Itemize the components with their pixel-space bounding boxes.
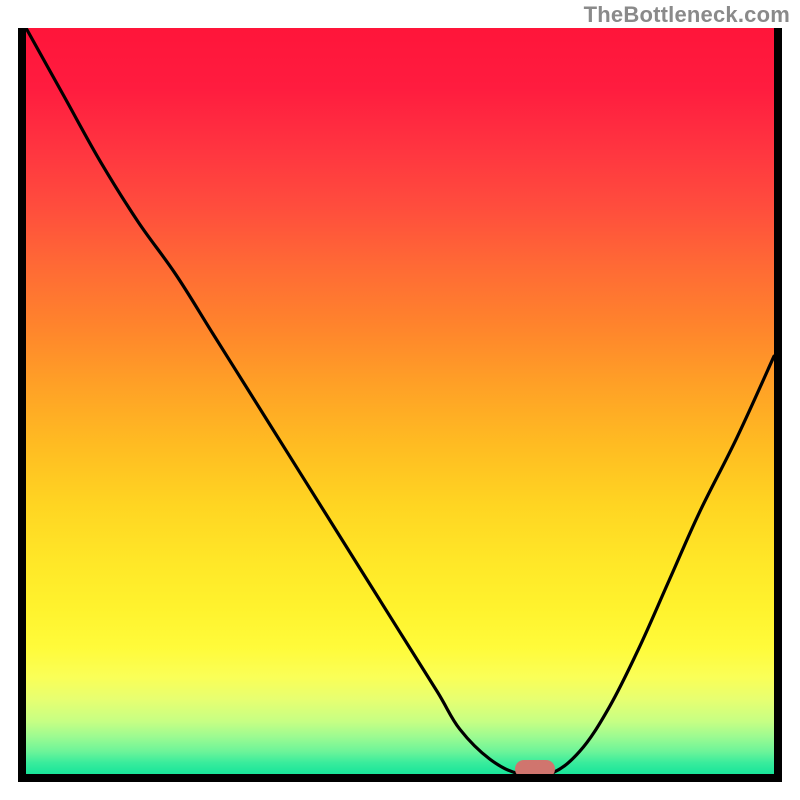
bottleneck-curve [26, 28, 774, 774]
plot-frame [18, 28, 782, 782]
watermark-label: TheBottleneck.com [584, 2, 790, 28]
chart-container: TheBottleneck.com [0, 0, 800, 800]
optimal-marker [515, 760, 555, 774]
plot-area [26, 28, 774, 774]
